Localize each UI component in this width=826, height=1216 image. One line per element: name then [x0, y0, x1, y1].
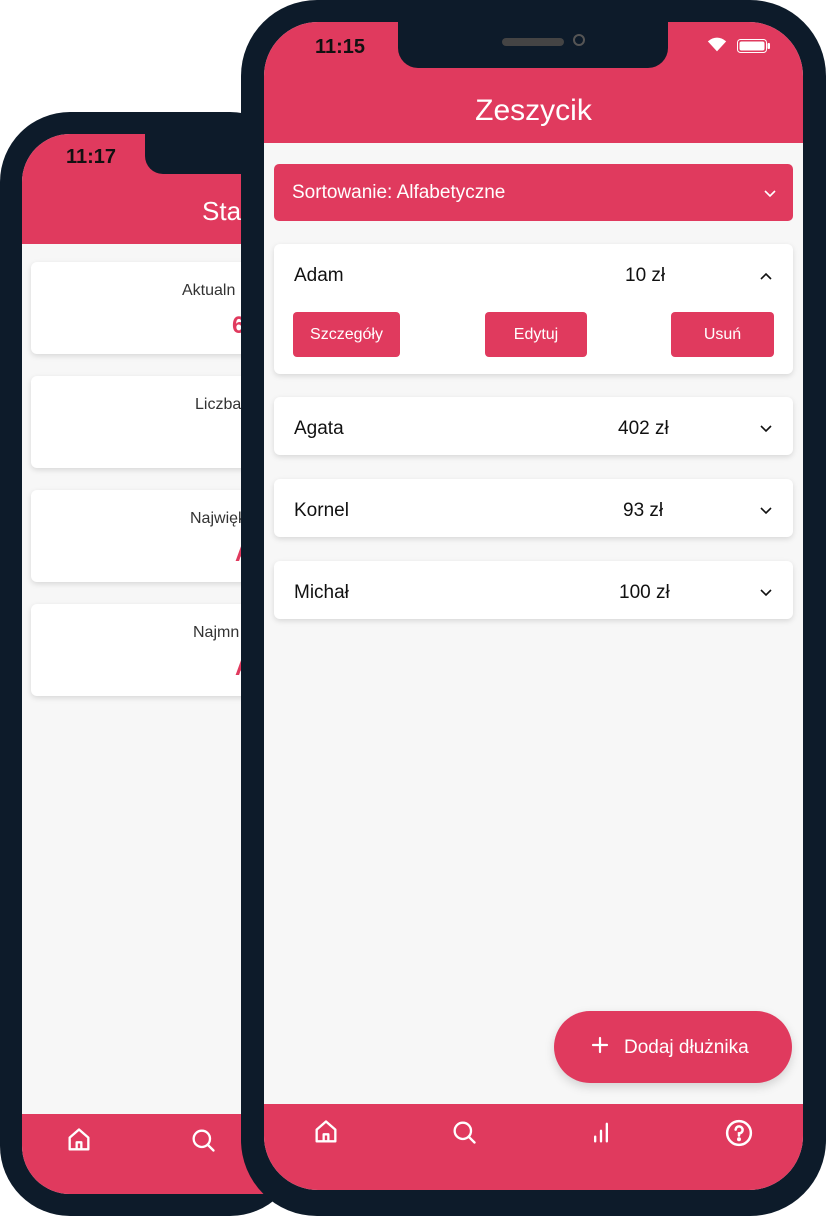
status-time: 11:15	[315, 36, 366, 58]
debtor-card-kornel[interactable]: Kornel 93 zł	[274, 479, 793, 537]
debtor-card-agata[interactable]: Agata 402 zł	[274, 397, 793, 455]
debtor-name: Michał	[294, 582, 349, 603]
debtor-name: Kornel	[294, 500, 349, 521]
plus-icon	[590, 1035, 610, 1060]
debtor-amount: 93 zł	[623, 500, 664, 521]
back-status-time: 11:17	[66, 146, 117, 168]
help-icon[interactable]	[724, 1118, 754, 1153]
add-debtor-button[interactable]: Dodaj dłużnika	[554, 1011, 792, 1083]
front-phone: 11:15 Zeszycik Sortowanie: Alfabetyczne …	[241, 0, 826, 1216]
search-icon[interactable]	[450, 1118, 478, 1151]
sort-dropdown[interactable]: Sortowanie: Alfabetyczne	[274, 164, 793, 221]
page-title: Zeszycik	[475, 94, 592, 127]
sort-label: Sortowanie: Alfabetyczne	[292, 182, 506, 203]
chevron-down-icon[interactable]	[759, 585, 773, 603]
debtor-amount: 100 zł	[619, 582, 670, 603]
debtor-name: Adam	[294, 265, 344, 286]
debtor-amount: 10 zł	[625, 265, 666, 286]
add-debtor-label: Dodaj dłużnika	[624, 1037, 749, 1058]
debtor-amount: 402 zł	[618, 418, 669, 439]
chevron-down-icon[interactable]	[759, 421, 773, 439]
camera	[573, 34, 585, 46]
battery-icon	[737, 39, 771, 58]
wifi-icon	[706, 36, 728, 59]
bottom-nav	[264, 1104, 803, 1190]
front-phone-screen: 11:15 Zeszycik Sortowanie: Alfabetyczne …	[264, 22, 803, 1190]
stats-icon[interactable]	[587, 1118, 615, 1151]
chevron-up-icon[interactable]	[759, 268, 773, 286]
debtor-name: Agata	[294, 418, 344, 439]
debtor-card-adam[interactable]: Adam 10 zł Szczegóły Edytuj Usuń	[274, 244, 793, 374]
chevron-down-icon	[763, 186, 777, 204]
app-bar: 11:15 Zeszycik	[264, 22, 803, 143]
back-page-title: Sta	[202, 196, 242, 226]
notch	[398, 22, 668, 68]
debtor-card-michal[interactable]: Michał 100 zł	[274, 561, 793, 619]
home-icon[interactable]	[312, 1118, 340, 1151]
edit-button[interactable]: Edytuj	[485, 312, 587, 357]
search-icon[interactable]	[189, 1126, 217, 1159]
details-button[interactable]: Szczegóły	[293, 312, 400, 357]
stat-label: Liczba	[195, 396, 242, 413]
chevron-down-icon[interactable]	[759, 503, 773, 521]
home-icon[interactable]	[65, 1126, 93, 1159]
stat-label: Aktualn	[182, 282, 236, 299]
stat-label: Najmn	[193, 624, 240, 641]
speaker	[502, 38, 564, 46]
delete-button[interactable]: Usuń	[671, 312, 774, 357]
